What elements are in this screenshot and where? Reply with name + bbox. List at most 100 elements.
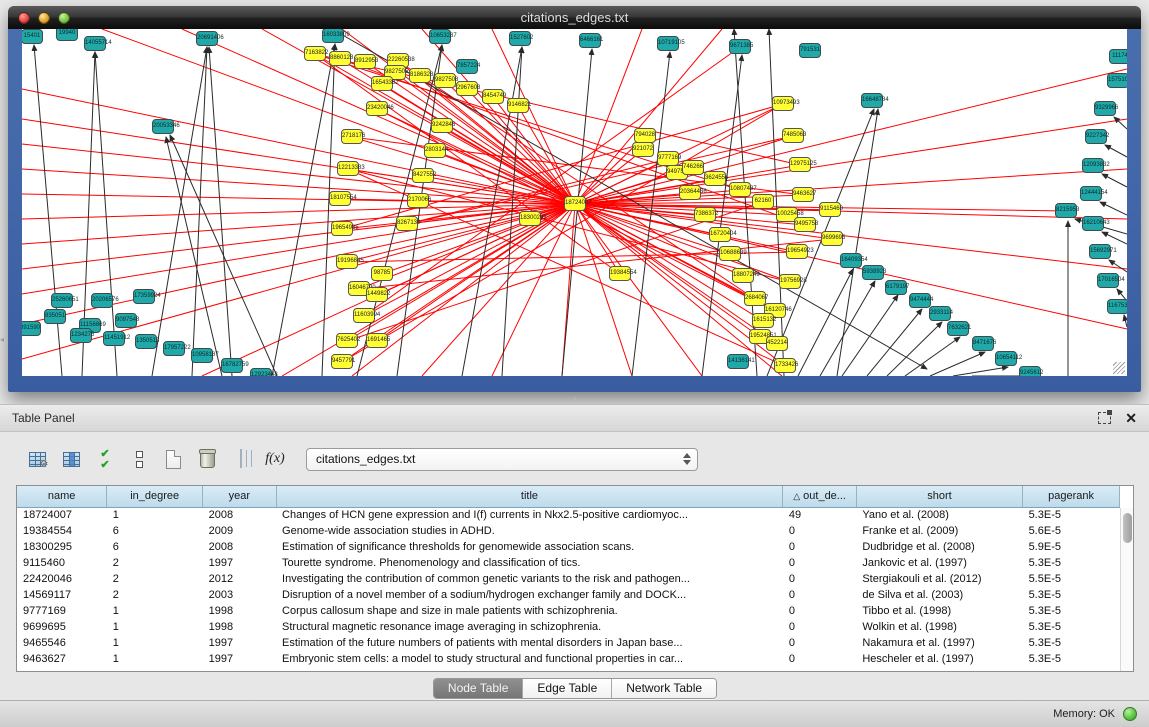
network-node[interactable]: 9827508 [434, 73, 456, 88]
network-node[interactable]: 18807249 [732, 268, 754, 283]
network-node[interactable]: 8471676 [972, 336, 994, 351]
table-scrollbar-thumb[interactable] [1123, 513, 1132, 543]
network-node[interactable]: 19654985 [331, 221, 353, 236]
close-panel-icon[interactable]: ✕ [1125, 411, 1137, 425]
network-node[interactable]: 11451912 [103, 331, 125, 346]
tab-node-table[interactable]: Node Table [434, 679, 524, 698]
network-node[interactable]: 791531 [799, 43, 821, 58]
minimize-window-icon[interactable] [38, 12, 50, 24]
network-node[interactable]: 15751074 [1107, 73, 1127, 88]
network-node[interactable]: 12923448 [250, 368, 272, 376]
table-row[interactable]: 2242004622012Investigating the contribut… [17, 571, 1120, 587]
network-node[interactable]: 9699695 [821, 231, 843, 246]
network-node[interactable]: 2170066 [407, 193, 429, 208]
network-node[interactable]: 98785 [371, 266, 393, 281]
network-node[interactable]: 10653287 [429, 29, 451, 44]
network-node[interactable]: 12975125 [789, 157, 811, 172]
network-node[interactable]: 7485063 [782, 128, 804, 143]
network-node[interactable]: 16210643 [1082, 216, 1104, 231]
network-node[interactable]: 835051 [44, 309, 66, 324]
network-node[interactable]: 921072 [632, 142, 654, 157]
network-node[interactable]: 20206576 [91, 293, 113, 308]
network-node[interactable]: 6179197 [885, 280, 907, 295]
table-scrollbar[interactable] [1120, 508, 1133, 671]
network-node[interactable]: 12444154 [1080, 186, 1102, 201]
network-node[interactable]: 5938923 [862, 265, 884, 280]
network-node[interactable]: 1527602 [509, 31, 531, 46]
network-node[interactable]: 9777169 [657, 151, 679, 166]
network-node[interactable]: 17016504 [1097, 273, 1119, 288]
float-window-icon[interactable] [1098, 412, 1111, 424]
network-node[interactable]: 9097548 [115, 313, 137, 328]
network-node[interactable]: 9457791 [331, 354, 353, 369]
table-selector-dropdown[interactable]: citations_edges.txt [306, 448, 698, 471]
network-node[interactable]: 14055714 [84, 36, 106, 51]
network-node[interactable]: 9115460 [819, 202, 841, 217]
network-node[interactable]: 8427552 [412, 168, 434, 183]
network-node[interactable]: 2967608 [456, 81, 478, 96]
network-node[interactable]: 18724007 [564, 196, 586, 211]
network-node[interactable]: 10719105 [657, 36, 679, 51]
network-node[interactable]: 19384554 [609, 266, 631, 281]
network-window[interactable]: citations_edges.txt 18724007716382288601… [8, 6, 1141, 392]
network-node[interactable]: 10807487 [729, 182, 751, 197]
network-node[interactable]: 12093832 [1082, 158, 1104, 173]
network-node[interactable]: 2933114 [929, 306, 951, 321]
network-node[interactable]: 7163822 [304, 46, 326, 61]
network-node[interactable]: 23420046 [366, 101, 388, 116]
column-header-short[interactable]: short [856, 486, 1022, 507]
network-node[interactable]: 16782759 [221, 358, 243, 373]
network-node[interactable]: 1449822 [366, 287, 388, 302]
network-node[interactable]: 20053346 [152, 119, 174, 134]
network-node[interactable]: 452214 [766, 336, 788, 351]
network-node[interactable]: 9463627 [792, 187, 814, 202]
resize-grip-icon[interactable] [1113, 362, 1125, 374]
network-node[interactable]: 11174 [1109, 49, 1127, 64]
network-node[interactable]: 8267130 [396, 216, 418, 231]
network-node[interactable]: 17359924 [133, 289, 155, 304]
network-node[interactable]: 9495758 [794, 217, 816, 232]
network-node[interactable]: 14136141 [727, 354, 749, 369]
column-header-out_de[interactable]: △out_de... [783, 486, 856, 507]
column-header-title[interactable]: title [276, 486, 783, 507]
network-node[interactable]: 10654112 [995, 351, 1017, 366]
network-node[interactable]: 10958187 [191, 348, 213, 363]
column-header-name[interactable]: name [17, 486, 107, 507]
network-node[interactable]: 11603994 [353, 308, 375, 323]
network-node[interactable]: 16409354 [840, 253, 862, 268]
network-node[interactable]: 1691465 [366, 333, 388, 348]
panel-collapse-handle[interactable]: ◂ [0, 335, 4, 344]
network-node[interactable]: 62160 [752, 194, 774, 209]
table-row[interactable]: 1456911722003Disruption of a novel membe… [17, 587, 1120, 603]
network-node[interactable]: 6466161 [579, 33, 601, 48]
network-node[interactable]: 9474444 [909, 293, 931, 308]
network-node[interactable]: 7625402 [336, 333, 358, 348]
network-node[interactable]: 1733426 [774, 358, 796, 373]
network-node[interactable]: 25260651 [51, 293, 73, 308]
network-node[interactable]: 19756928 [779, 274, 801, 289]
column-header-year[interactable]: year [203, 486, 276, 507]
window-titlebar[interactable]: citations_edges.txt [8, 6, 1141, 29]
network-node[interactable]: 7386372 [694, 207, 716, 222]
network-node[interactable]: 8215953 [1055, 203, 1077, 218]
table-row[interactable]: 1830029562008Estimation of significance … [17, 539, 1120, 555]
table-row[interactable]: 1938455462009Genome-wide association stu… [17, 523, 1120, 539]
network-canvas[interactable]: 1872400771638228860128891295322260538982… [22, 29, 1127, 376]
network-node[interactable]: 9146821 [507, 98, 529, 113]
network-node[interactable]: 16720404 [709, 227, 731, 242]
network-node[interactable]: 9227342 [1085, 129, 1107, 144]
network-node[interactable]: 7857224 [456, 59, 478, 74]
network-node[interactable]: 1350513 [135, 334, 157, 349]
network-node[interactable]: 18300295 [519, 211, 541, 226]
unselect-all-icon[interactable] [124, 445, 154, 473]
tab-edge-table[interactable]: Edge Table [523, 679, 612, 698]
network-node[interactable]: 9245612 [1019, 366, 1041, 376]
tab-network-table[interactable]: Network Table [612, 679, 716, 698]
network-node[interactable]: 746266 [682, 160, 704, 175]
network-node[interactable]: 391590 [22, 321, 41, 336]
network-node[interactable]: 19654923 [786, 244, 808, 259]
network-node[interactable]: 20364436 [679, 185, 701, 200]
network-node[interactable]: 794028 [634, 128, 656, 143]
network-node[interactable]: 9242845 [431, 118, 453, 133]
network-node[interactable]: 19940 [56, 29, 78, 41]
